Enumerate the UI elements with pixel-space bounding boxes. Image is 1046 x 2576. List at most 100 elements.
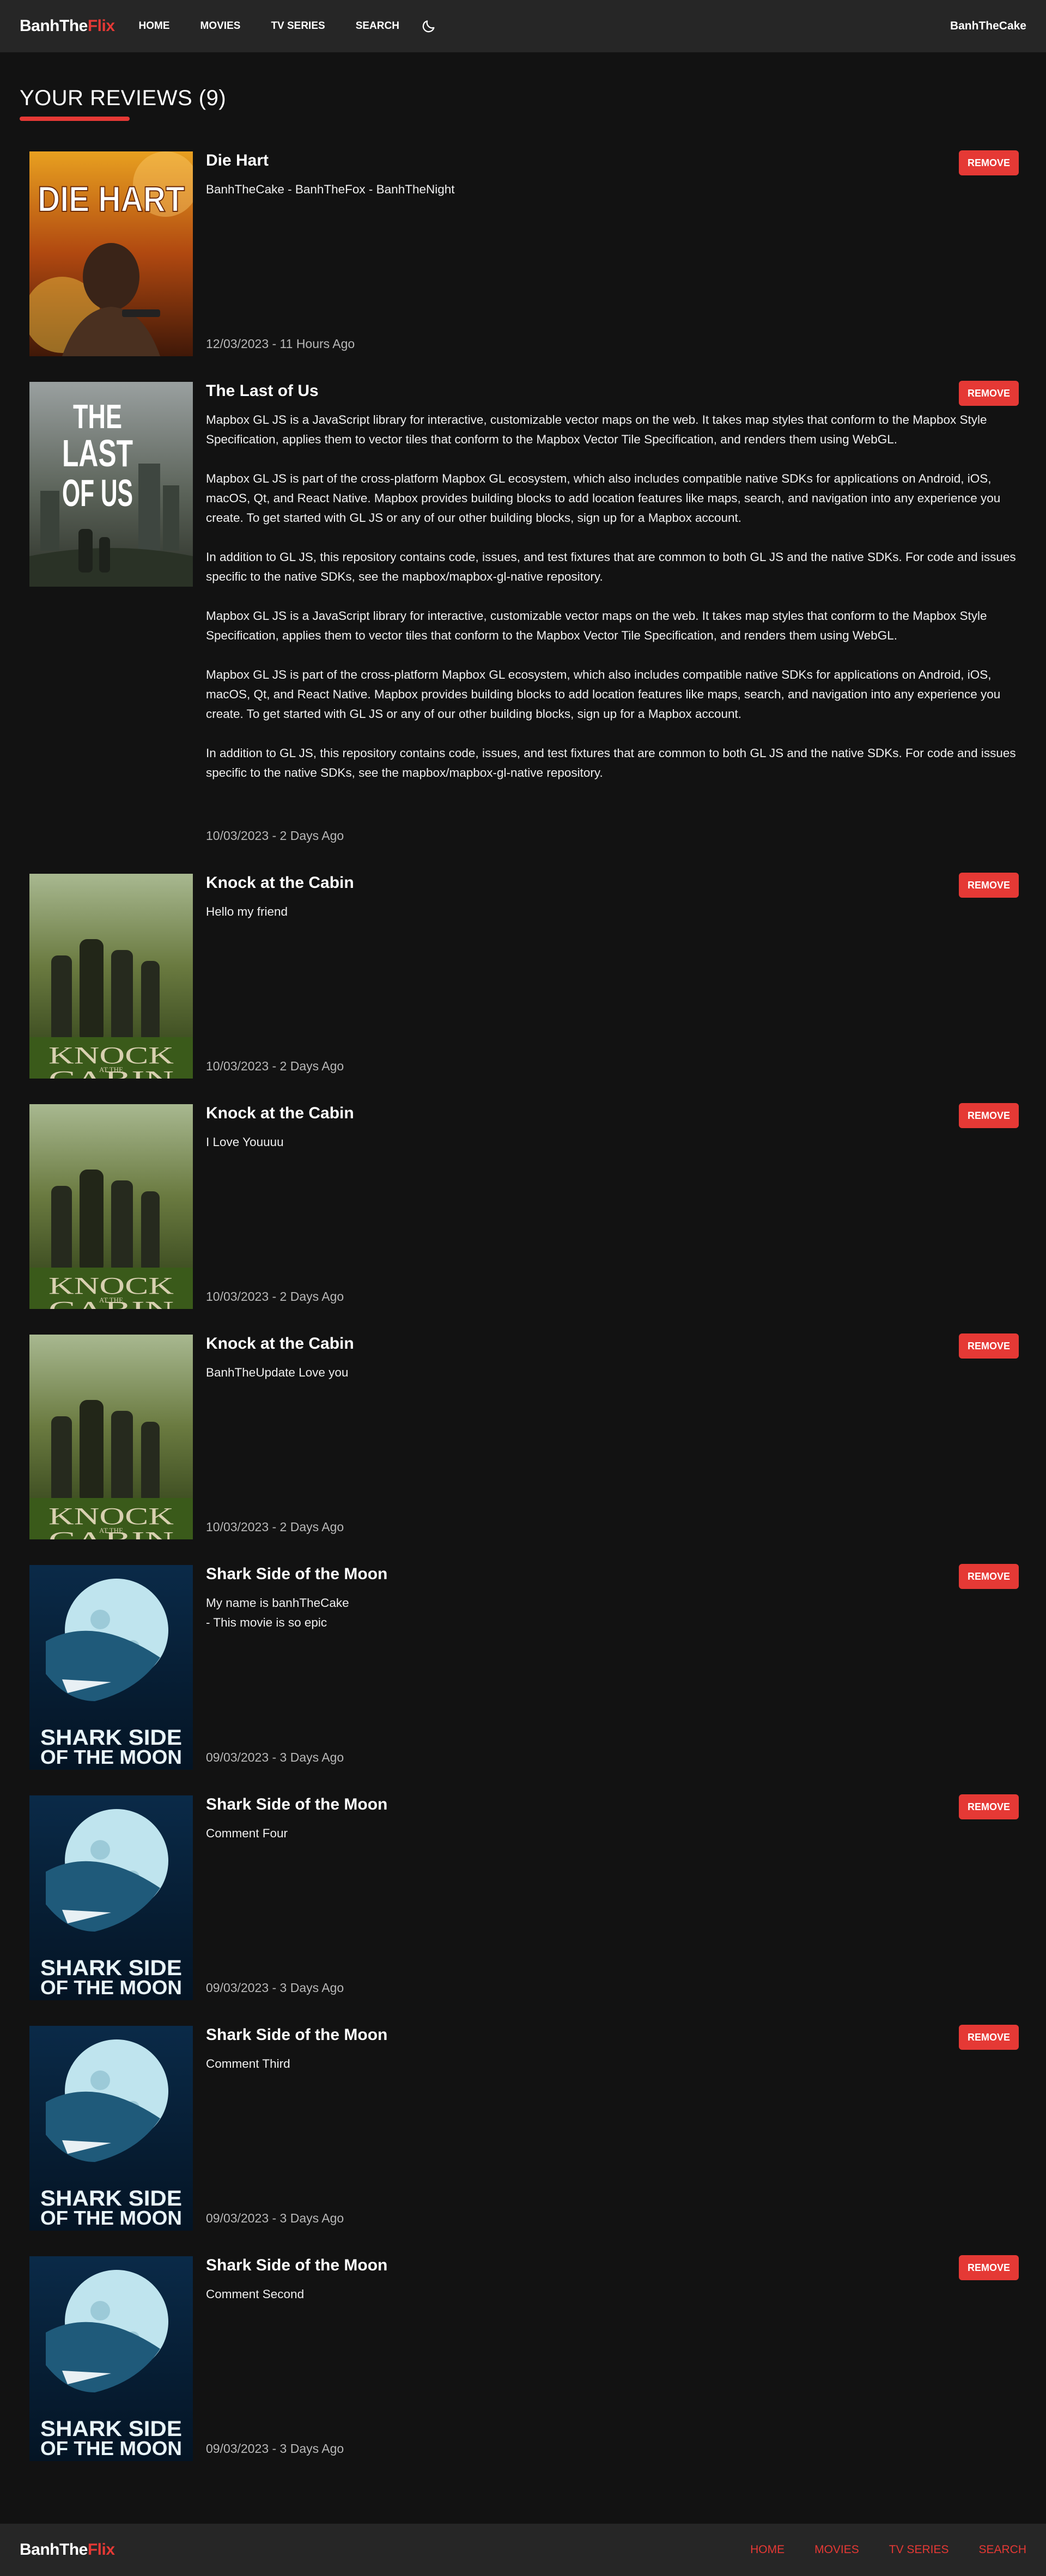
review-text: Mapbox GL JS is a JavaScript library for… <box>206 413 987 446</box>
nav-tv-series-link[interactable]: TV SERIES <box>271 20 325 32</box>
svg-text:OF THE MOON: OF THE MOON <box>40 1746 182 1768</box>
review-date: 10/03/2023 - 2 Days Ago <box>206 1520 344 1534</box>
remove-button[interactable]: REMOVE <box>959 1333 1019 1359</box>
svg-text:OF THE MOON: OF THE MOON <box>40 1976 182 1999</box>
review-movie-title[interactable]: Shark Side of the Moon <box>206 2256 387 2275</box>
review-content: Comment Third <box>206 2054 1019 2074</box>
review-date: 10/03/2023 - 2 Days Ago <box>206 1289 344 1304</box>
review-text: - This movie is so epic <box>206 1616 327 1629</box>
svg-text:KNOCK: KNOCK <box>48 1503 174 1530</box>
remove-button[interactable]: REMOVE <box>959 1564 1019 1589</box>
svg-text:DIE HART: DIE HART <box>38 179 185 219</box>
review-movie-title[interactable]: Knock at the Cabin <box>206 1335 354 1353</box>
top-navbar: BanhTheFlix HOME MOVIES TV SERIES SEARCH… <box>0 0 1046 52</box>
remove-button[interactable]: REMOVE <box>959 381 1019 406</box>
review-text: Comment Third <box>206 2057 290 2070</box>
remove-button[interactable]: REMOVE <box>959 2025 1019 2050</box>
svg-text:CABIN: CABIN <box>48 1066 174 1079</box>
footer-nav-search-link[interactable]: SEARCH <box>978 2543 1026 2556</box>
review-movie-title[interactable]: Die Hart <box>206 151 269 170</box>
movie-poster[interactable]: KNOCK AT THE CABIN <box>29 874 193 1079</box>
nav-movies-link[interactable]: MOVIES <box>200 20 241 32</box>
review-movie-title[interactable]: Knock at the Cabin <box>206 1104 354 1123</box>
review-item: SHARK SIDE OF THE MOON Shark Side of the… <box>29 1794 1019 2000</box>
svg-text:OF US: OF US <box>62 472 133 514</box>
review-text: In addition to GL JS, this repository co… <box>206 746 1016 780</box>
review-item: KNOCK AT THE CABIN Knock at the Cabin RE… <box>29 873 1019 1079</box>
movie-poster[interactable]: SHARK SIDE OF THE MOON <box>29 1565 193 1770</box>
review-date: 09/03/2023 - 3 Days Ago <box>206 1750 344 1764</box>
review-content: Hello my friend <box>206 902 1019 922</box>
remove-button[interactable]: REMOVE <box>959 873 1019 898</box>
review-item: KNOCK AT THE CABIN Knock at the Cabin RE… <box>29 1103 1019 1309</box>
review-content: Comment Four <box>206 1824 1019 1843</box>
nav-home-link[interactable]: HOME <box>139 20 170 32</box>
review-date: 12/03/2023 - 11 Hours Ago <box>206 337 355 351</box>
footer-logo[interactable]: BanhTheFlix <box>20 2541 115 2559</box>
review-text: Hello my friend <box>206 905 288 918</box>
svg-text:KNOCK: KNOCK <box>48 1042 174 1069</box>
review-text: BanhTheCake - BanhTheFox - BanhTheNight <box>206 182 455 196</box>
review-content: BanhTheUpdate Love you <box>206 1363 1019 1383</box>
movie-poster[interactable]: THE LAST OF US <box>29 382 193 587</box>
review-movie-title[interactable]: The Last of Us <box>206 382 319 400</box>
review-content: I Love Youuuu <box>206 1132 1019 1152</box>
footer-nav-movies-link[interactable]: MOVIES <box>814 2543 859 2556</box>
main-nav: HOME MOVIES TV SERIES SEARCH <box>139 17 437 35</box>
svg-text:KNOCK: KNOCK <box>48 1272 174 1299</box>
review-text: In addition to GL JS, this repository co… <box>206 550 1016 583</box>
review-content: BanhTheCake - BanhTheFox - BanhTheNight <box>206 180 1019 199</box>
movie-poster[interactable]: SHARK SIDE OF THE MOON <box>29 2026 193 2231</box>
svg-text:OF THE MOON: OF THE MOON <box>40 2437 182 2459</box>
remove-button[interactable]: REMOVE <box>959 150 1019 175</box>
review-text: My name is banhTheCake <box>206 1596 349 1610</box>
review-date: 09/03/2023 - 3 Days Ago <box>206 1981 344 1995</box>
moon-icon[interactable] <box>420 17 437 35</box>
review-item: SHARK SIDE OF THE MOON Shark Side of the… <box>29 2255 1019 2461</box>
site-logo[interactable]: BanhTheFlix <box>20 17 115 35</box>
review-item: KNOCK AT THE CABIN Knock at the Cabin RE… <box>29 1333 1019 1539</box>
review-movie-title[interactable]: Shark Side of the Moon <box>206 2026 387 2044</box>
movie-poster[interactable]: SHARK SIDE OF THE MOON <box>29 1795 193 2000</box>
svg-text:THE: THE <box>73 398 122 436</box>
remove-button[interactable]: REMOVE <box>959 1103 1019 1128</box>
review-text: Comment Second <box>206 2287 305 2301</box>
footer-nav: HOME MOVIES TV SERIES SEARCH <box>720 2543 1026 2556</box>
review-movie-title[interactable]: Shark Side of the Moon <box>206 1565 387 1584</box>
review-text: BanhTheUpdate Love you <box>206 1366 349 1379</box>
review-movie-title[interactable]: Shark Side of the Moon <box>206 1795 387 1814</box>
movie-poster[interactable]: KNOCK AT THE CABIN <box>29 1335 193 1539</box>
review-item: SHARK SIDE OF THE MOON Shark Side of the… <box>29 2025 1019 2231</box>
nav-search-link[interactable]: SEARCH <box>356 20 399 32</box>
movie-poster[interactable]: DIE HART <box>29 151 193 356</box>
review-movie-title[interactable]: Knock at the Cabin <box>206 874 354 892</box>
footer-nav-home-link[interactable]: HOME <box>750 2543 784 2556</box>
review-content: Comment Second <box>206 2285 1019 2304</box>
review-date: 09/03/2023 - 3 Days Ago <box>206 2441 344 2456</box>
review-item: SHARK SIDE OF THE MOON Shark Side of the… <box>29 1564 1019 1770</box>
remove-button[interactable]: REMOVE <box>959 2255 1019 2280</box>
review-content: My name is banhTheCake - This movie is s… <box>206 1593 1019 1633</box>
svg-text:CABIN: CABIN <box>48 1527 174 1539</box>
svg-text:CABIN: CABIN <box>48 1296 174 1309</box>
remove-button[interactable]: REMOVE <box>959 1794 1019 1819</box>
review-content: Mapbox GL JS is a JavaScript library for… <box>206 410 1019 783</box>
review-text: Mapbox GL JS is part of the cross-platfo… <box>206 668 1001 721</box>
footer-nav-tv-series-link[interactable]: TV SERIES <box>889 2543 949 2556</box>
movie-poster[interactable]: KNOCK AT THE CABIN <box>29 1104 193 1309</box>
review-date: 10/03/2023 - 2 Days Ago <box>206 1059 344 1073</box>
review-item: THE LAST OF US The Last of Us REMOVE Map… <box>29 381 1019 850</box>
review-text: Mapbox GL JS is part of the cross-platfo… <box>206 472 1001 525</box>
svg-text:OF THE MOON: OF THE MOON <box>40 2207 182 2229</box>
user-name[interactable]: BanhTheCake <box>950 20 1026 33</box>
page-title: YOUR REVIEWS (9) <box>20 86 227 110</box>
review-text: Mapbox GL JS is a JavaScript library for… <box>206 609 987 642</box>
review-date: 09/03/2023 - 3 Days Ago <box>206 2211 344 2225</box>
movie-poster[interactable]: SHARK SIDE OF THE MOON <box>29 2256 193 2461</box>
review-text: Comment Four <box>206 1826 288 1840</box>
title-underline <box>20 117 130 121</box>
footer: BanhTheFlix HOME MOVIES TV SERIES SEARCH <box>0 2524 1046 2576</box>
svg-text:LAST: LAST <box>62 432 133 474</box>
review-text: I Love Youuuu <box>206 1135 284 1149</box>
review-item: DIE HART Die Hart REMOVE BanhTheCake - B… <box>29 150 1019 356</box>
